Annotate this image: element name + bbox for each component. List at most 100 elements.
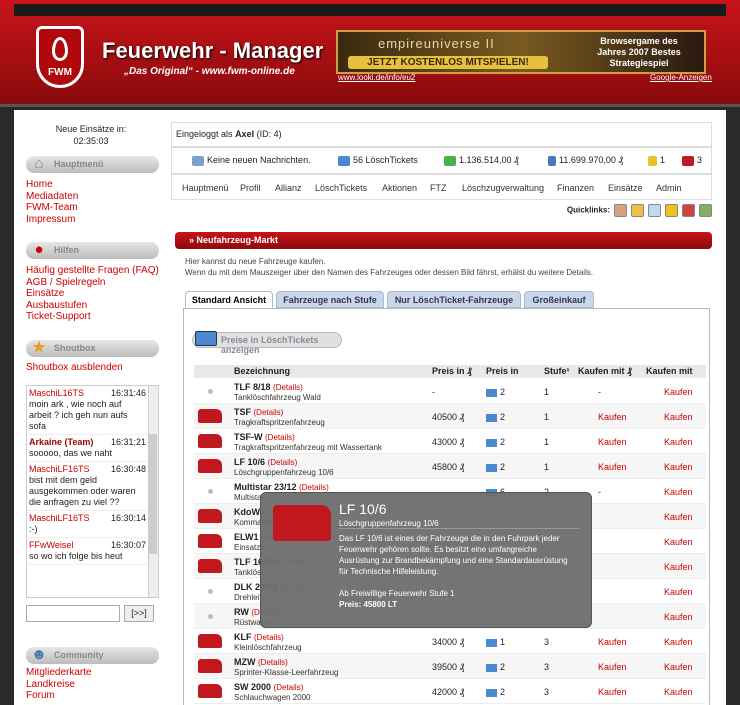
tab-ticket-only[interactable]: Nur LöschTicket-Fahrzeuge — [387, 291, 521, 308]
col-stufe[interactable]: Stufe¹ — [544, 366, 570, 376]
shoutbox-send-button[interactable]: [>>] — [124, 605, 154, 622]
shoutbox-toggle[interactable]: Shoutbox ausblenden — [26, 362, 123, 374]
buy-tickets-link[interactable]: Kaufen — [664, 412, 693, 422]
bullet-icon — [208, 389, 213, 394]
firetruck-icon[interactable] — [682, 204, 695, 217]
price-lt: 45800 ₰ — [432, 462, 465, 472]
firetruck-icon[interactable] — [198, 409, 222, 423]
buy-tickets-link[interactable]: Kaufen — [664, 562, 693, 572]
ad-banner[interactable]: empireuniverse II JETZT KOSTENLOS MITSPI… — [336, 30, 706, 74]
vehicle-name-text: TSF — [234, 407, 251, 417]
nav-item[interactable]: Löschzugverwaltung — [462, 183, 544, 193]
details-link[interactable]: (Details) — [299, 483, 329, 492]
buy-lt-link[interactable]: Kaufen — [598, 662, 627, 672]
nav-item[interactable]: Aktionen — [382, 183, 417, 193]
details-link[interactable]: (Details) — [268, 458, 298, 467]
scroll-thumb[interactable] — [149, 434, 157, 554]
buy-lt-link[interactable]: Kaufen — [598, 412, 627, 422]
firetruck-icon[interactable] — [198, 659, 222, 673]
nav-item[interactable]: FTZ — [430, 183, 447, 193]
banner-link[interactable]: www.looki.de/info/eu2 — [338, 73, 415, 82]
banner-award: Browsergame des Jahres 2007 Bestes Strat… — [597, 36, 681, 68]
euro-icon[interactable] — [665, 204, 678, 217]
buy-tickets-link[interactable]: Kaufen — [664, 687, 693, 697]
buy-lt-link[interactable]: Kaufen — [598, 637, 627, 647]
buy-tickets-link[interactable]: Kaufen — [664, 662, 693, 672]
sidebar-link[interactable]: Häufig gestellte Fragen (FAQ) — [26, 265, 159, 277]
mail-icon[interactable] — [631, 204, 644, 217]
firetruck-icon[interactable] — [198, 459, 222, 473]
buy-tickets-link[interactable]: Kaufen — [664, 612, 693, 622]
nav-item[interactable]: Allianz — [275, 183, 302, 193]
details-link[interactable]: (Details) — [273, 383, 303, 392]
vehicle-name[interactable]: TSF (Details) — [234, 407, 283, 417]
vehicle-name[interactable]: TSF-W (Details) — [234, 432, 295, 442]
buy-tickets-link[interactable]: Kaufen — [664, 487, 693, 497]
details-link[interactable]: (Details) — [254, 408, 284, 417]
tickets-stat[interactable]: 56 LöschTickets — [338, 155, 418, 166]
shoutbox-scrollbar[interactable] — [148, 386, 158, 597]
sidebar-link[interactable]: Forum — [26, 690, 92, 702]
sidebar-link[interactable]: Mediadaten — [26, 191, 78, 203]
firetruck-icon[interactable] — [198, 434, 222, 448]
sidebar-link[interactable]: Landkreise — [26, 679, 92, 691]
details-link[interactable]: (Details) — [274, 683, 304, 692]
details-link[interactable]: (Details) — [258, 658, 288, 667]
nav-item[interactable]: Einsätze — [608, 183, 643, 193]
vehicle-desc: Tragkraftspritzenfahrzeug mit Wassertank — [234, 443, 382, 452]
col-preis-lt[interactable]: Preis in ₰ — [432, 366, 472, 376]
user-icon[interactable] — [614, 204, 627, 217]
sidebar-link[interactable]: Impressum — [26, 214, 78, 226]
sidebar-link[interactable]: AGB / Spielregeln — [26, 277, 159, 289]
vehicle-name[interactable]: TLF 8/18 (Details) — [234, 382, 303, 392]
vehicle-name[interactable]: MZW (Details) — [234, 657, 288, 667]
details-link[interactable]: (Details) — [254, 633, 284, 642]
vehicle-name[interactable]: LF 10/6 (Details) — [234, 457, 297, 467]
buy-tickets-link[interactable]: Kaufen — [664, 437, 693, 447]
buy-tickets-link[interactable]: Kaufen — [664, 387, 693, 397]
buy-tickets-link[interactable]: Kaufen — [664, 537, 693, 547]
firetruck-icon[interactable] — [198, 534, 222, 548]
buy-lt-link[interactable]: Kaufen — [598, 437, 627, 447]
firetruck-icon[interactable] — [198, 634, 222, 648]
messages-stat[interactable]: Keine neuen Nachrichten. — [192, 155, 311, 166]
google-ads-link[interactable]: Google-Anzeigen — [650, 73, 712, 82]
fwm-logo[interactable]: FWM — [36, 26, 84, 88]
buy-lt-link[interactable]: Kaufen — [598, 687, 627, 697]
vehicle-name[interactable]: KLF (Details) — [234, 632, 284, 642]
sidebar-link[interactable]: Einsätze — [26, 288, 159, 300]
firetruck-icon[interactable] — [198, 684, 222, 698]
buy-lt-link[interactable]: Kaufen — [598, 462, 627, 472]
nav-item[interactable]: Profil — [240, 183, 261, 193]
buy-tickets-link[interactable]: Kaufen — [664, 637, 693, 647]
firetruck-icon[interactable] — [198, 509, 222, 523]
table-row: KLF (Details) Kleinlöschfahrzeug 34000 ₰ 1 3… — [194, 629, 706, 654]
sidebar-link[interactable]: FWM-Team — [26, 202, 78, 214]
nav-item[interactable]: LöschTickets — [315, 183, 367, 193]
calendar-icon[interactable] — [648, 204, 661, 217]
firetruck-icon[interactable] — [198, 559, 222, 573]
col-bezeichnung[interactable]: Bezeichnung — [234, 366, 290, 376]
buy-tickets-link[interactable]: Kaufen — [664, 462, 693, 472]
show-ticket-prices-button[interactable]: Preise in LöschTickets anzeigen — [192, 331, 342, 355]
vehicle-name[interactable]: SW 2000 (Details) — [234, 682, 303, 692]
sidebar-link[interactable]: Home — [26, 179, 78, 191]
col-preis-tickets[interactable]: Preis in — [486, 366, 519, 376]
tab-standard[interactable]: Standard Ansicht — [185, 291, 273, 308]
nav-item[interactable]: Finanzen — [557, 183, 594, 193]
nav-item[interactable]: Hauptmenü — [182, 183, 229, 193]
shoutbox-input[interactable] — [26, 605, 120, 622]
vehicle-name[interactable]: Multistar 23/12 (Details) — [234, 482, 329, 492]
buy-tickets-link[interactable]: Kaufen — [664, 512, 693, 522]
details-link[interactable]: (Details) — [265, 433, 295, 442]
tab-by-level[interactable]: Fahrzeuge nach Stufe — [276, 291, 384, 308]
buy-tickets-link[interactable]: Kaufen — [664, 587, 693, 597]
list-icon[interactable] — [699, 204, 712, 217]
ticket-icon — [486, 438, 497, 447]
sidebar-link[interactable]: Mitgliederkarte — [26, 667, 92, 679]
nav-item[interactable]: Admin — [656, 183, 682, 193]
tab-bulk[interactable]: Großeinkauf — [524, 291, 594, 308]
sidebar-link[interactable]: Ticket-Support — [26, 311, 159, 323]
sidebar-link[interactable]: Ausbaustufen — [26, 300, 159, 312]
section-hilfen: ● Hilfen — [26, 241, 159, 259]
